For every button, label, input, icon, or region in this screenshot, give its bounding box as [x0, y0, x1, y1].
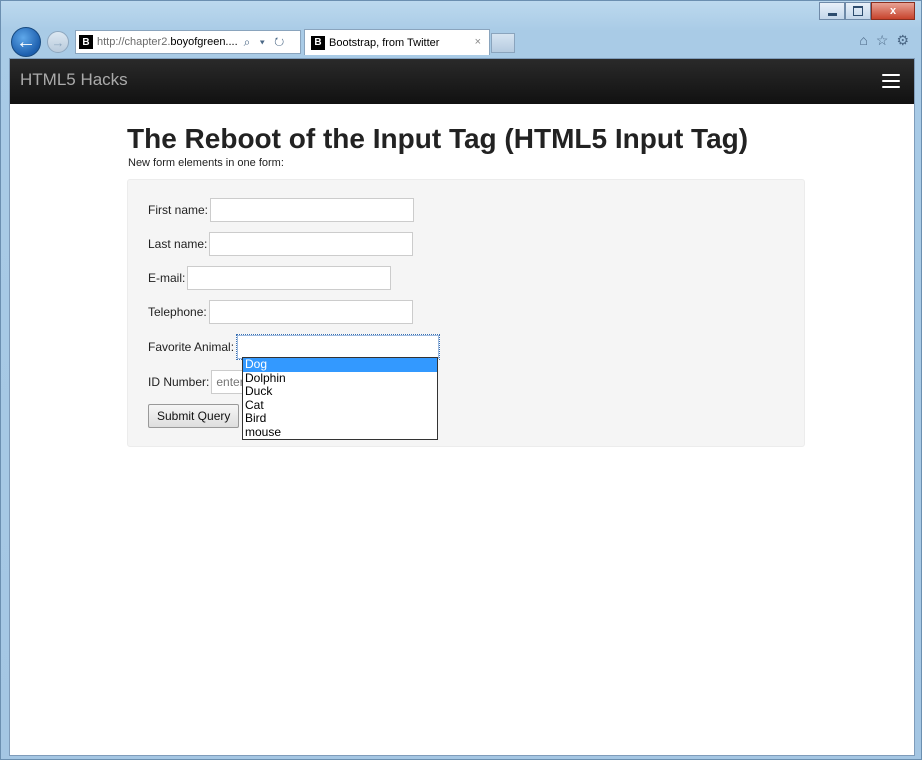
animal-option[interactable]: Dog [243, 357, 437, 372]
close-window-button[interactable]: x [871, 2, 915, 20]
submit-query-button[interactable]: Submit Query [148, 404, 240, 428]
animal-option[interactable]: Cat [243, 398, 437, 413]
browser-toolbar: ← → B http://chapter2. boyofgreen.... ⌕ ▾… [1, 26, 921, 58]
forward-arrow-icon: → [51, 34, 65, 50]
page-title: The Reboot of the Input Tag (HTML5 Input… [127, 123, 749, 154]
favorite-animal-label: Favorite Animal: [148, 340, 235, 354]
address-url-host: boyofgreen.... [170, 36, 238, 48]
search-refresh-icons[interactable]: ⌕ ▾ ↻ [244, 35, 288, 50]
window-controls: x [819, 2, 915, 20]
new-tab-button[interactable] [491, 33, 515, 53]
id-number-label: ID Number: [148, 375, 210, 389]
first-name-row: First name: [148, 198, 415, 222]
home-icon[interactable]: ⌂ [859, 32, 867, 49]
site-favicon-icon: B [79, 35, 93, 49]
page-subtitle: New form elements in one form: [128, 157, 284, 169]
animal-option[interactable]: Duck [243, 384, 437, 399]
forward-button[interactable]: → [47, 31, 69, 53]
telephone-row: Telephone: [148, 300, 413, 324]
telephone-label: Telephone: [148, 305, 207, 319]
tab-close-icon[interactable]: × [475, 36, 481, 48]
menu-toggle-icon[interactable] [882, 74, 900, 92]
settings-gear-icon[interactable]: ⚙ [896, 32, 909, 49]
page-viewport: HTML5 Hacks The Reboot of the Input Tag … [9, 58, 915, 756]
close-icon: x [889, 5, 897, 17]
last-name-row: Last name: [148, 232, 414, 256]
last-name-input[interactable] [209, 232, 414, 256]
tab-favicon-icon: B [311, 35, 325, 50]
email-row: E-mail: [148, 266, 392, 290]
email-input[interactable] [187, 266, 392, 290]
browser-right-icons: ⌂ ☆ ⚙ [859, 32, 909, 49]
tab-bootstrap[interactable]: B Bootstrap, from Twitter × [304, 29, 490, 55]
animal-option[interactable]: Dolphin [243, 371, 437, 386]
site-navbar: HTML5 Hacks [10, 59, 914, 104]
first-name-input[interactable] [210, 198, 415, 222]
browser-window: x ← → B http://chapter2. boyofgreen.... ⌕… [0, 0, 922, 760]
maximize-button[interactable] [845, 2, 871, 20]
animal-suggestions-list: Dog Dolphin Duck Cat Bird mouse [242, 357, 438, 440]
back-button[interactable]: ← [11, 27, 41, 57]
telephone-input[interactable] [208, 300, 413, 324]
minimize-icon [827, 12, 837, 16]
address-bar[interactable]: B http://chapter2. boyofgreen.... ⌕ ▾ ↻ [75, 30, 301, 54]
first-name-label: First name: [148, 203, 209, 217]
back-arrow-icon: ← [16, 30, 36, 53]
animal-option[interactable]: Bird [243, 411, 437, 426]
navbar-brand[interactable]: HTML5 Hacks [20, 70, 128, 90]
favorites-star-icon[interactable]: ☆ [876, 32, 889, 49]
form-well: First name: Last name: E-mail: Telephone… [127, 179, 805, 447]
address-url-prefix: http://chapter2. [97, 36, 171, 48]
animal-option[interactable]: mouse [243, 425, 437, 440]
email-label: E-mail: [148, 271, 186, 285]
minimize-button[interactable] [819, 2, 845, 20]
last-name-label: Last name: [148, 237, 208, 251]
tab-title: Bootstrap, from Twitter [329, 36, 440, 49]
maximize-icon [853, 6, 863, 16]
